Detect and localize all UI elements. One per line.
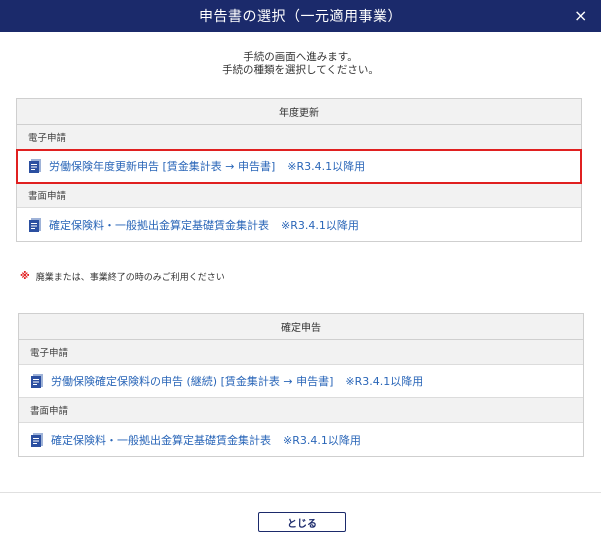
annual-paper-link-label: 確定保険料・一般拠出金算定基礎賃金集計表: [49, 218, 269, 232]
annual-update-header: 年度更新: [17, 99, 581, 125]
final-paper-link[interactable]: 確定保険料・一般拠出金算定基礎賃金集計表 ※R3.4.1以降用: [19, 423, 583, 456]
annual-paper-link-note: ※R3.4.1以降用: [281, 218, 359, 232]
final-paper-link-note: ※R3.4.1以降用: [283, 433, 361, 447]
notice-text: 廃業または、事業終了の時のみご利用ください: [35, 273, 225, 283]
final-paper-link-label: 確定保険料・一般拠出金算定基礎賃金集計表: [51, 433, 271, 447]
final-electronic-link-label: 労働保険確定保険料の申告 (継続) [賃金集計表 → 申告書]: [51, 375, 334, 388]
final-return-panel: 確定申告 電子申請 労働保険確定保険料の申告 (継続) [賃金集計表 → 申告書…: [18, 313, 584, 457]
close-icon[interactable]: ×: [571, 6, 591, 26]
notice: ※ 廃業または、事業終了の時のみご利用ください: [20, 270, 225, 283]
final-electronic-link[interactable]: 労働保険確定保険料の申告 (継続) [賃金集計表 → 申告書] ※R3.4.1以…: [19, 365, 583, 398]
document-icon: [31, 432, 43, 447]
final-electronic-label: 電子申請: [19, 340, 583, 365]
annual-electronic-label: 電子申請: [17, 125, 581, 150]
footer-divider: [0, 492, 601, 493]
close-button[interactable]: とじる: [258, 512, 346, 532]
annual-electronic-link-label: 労働保険年度更新申告 [賃金集計表 → 申告書]: [49, 160, 276, 173]
document-icon: [31, 374, 43, 388]
intro-line-2: 手続の種類を選択してください。: [222, 64, 379, 76]
document-icon: [29, 159, 41, 173]
annual-paper-link[interactable]: 確定保険料・一般拠出金算定基礎賃金集計表 ※R3.4.1以降用: [17, 208, 581, 241]
final-return-header: 確定申告: [19, 314, 583, 340]
dialog-title: 申告書の選択（一元適用事業）: [199, 9, 402, 25]
annual-update-panel: 年度更新 電子申請 労働保険年度更新申告 [賃金集計表 → 申告書] ※R3.4…: [16, 98, 582, 242]
annual-electronic-link[interactable]: 労働保険年度更新申告 [賃金集計表 → 申告書] ※R3.4.1以降用: [16, 149, 582, 184]
final-paper-label: 書面申請: [19, 398, 583, 423]
intro-text: 手続の画面へ進みます。 手続の種類を選択してください。: [0, 51, 601, 77]
annual-electronic-link-note: ※R3.4.1以降用: [287, 160, 366, 173]
document-icon: [29, 217, 41, 232]
intro-line-1: 手続の画面へ進みます。: [243, 51, 358, 63]
final-electronic-link-note: ※R3.4.1以降用: [345, 375, 424, 388]
notice-mark: ※: [20, 271, 30, 282]
dialog-titlebar: 申告書の選択（一元適用事業） ×: [0, 0, 601, 32]
annual-paper-label: 書面申請: [17, 183, 581, 208]
